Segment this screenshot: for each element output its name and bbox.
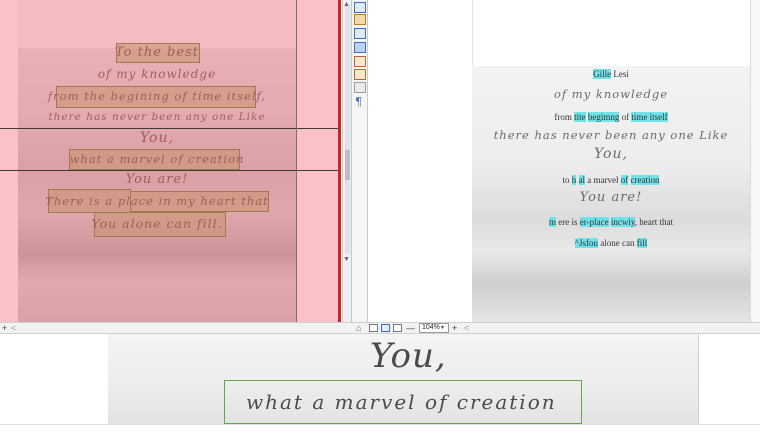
zoom-in-button[interactable]: + (452, 323, 457, 333)
zoom-line-2: what a marvel of creation (246, 390, 557, 414)
selection-top-line (0, 128, 338, 129)
list-icon[interactable] (354, 82, 366, 93)
ocr-line-7[interactable]: You are! (472, 190, 750, 205)
fit-width-icon[interactable] (381, 324, 390, 332)
ocr-line-6[interactable]: to h al a marvel of creation (472, 175, 750, 185)
selection-overlay (0, 0, 338, 322)
zoom-line-1: You, (370, 336, 447, 376)
text-view-icon[interactable] (354, 28, 366, 39)
left-scrollbar-track[interactable] (345, 4, 350, 254)
zoom-page-edge (698, 334, 760, 434)
ocr-line-8[interactable]: m ere is er-place incwiy, heart that (472, 217, 750, 227)
pilcrow-icon[interactable]: ¶ (355, 95, 362, 108)
zoom-out-button[interactable]: — (406, 323, 415, 333)
fit-height-icon[interactable] (393, 324, 402, 332)
active-pane-border (338, 0, 341, 322)
zoom-dropdown-icon[interactable]: ▾ (441, 323, 444, 333)
selection-bottom-line (0, 170, 338, 171)
ocr-uncertain-word: Gille (593, 69, 612, 79)
page-edge-line (296, 0, 297, 322)
image-view-icon[interactable] (354, 42, 366, 53)
scroll-left-right-icon[interactable]: < (464, 323, 469, 333)
status-bar (0, 322, 760, 334)
scroll-left-icon[interactable]: < (11, 323, 16, 333)
zoom-strip-scrollbar[interactable] (0, 424, 760, 434)
left-image-pane[interactable]: To the best of my knowledge from the beg… (0, 0, 342, 322)
ocr-line-2[interactable]: of my knowledge (472, 87, 750, 101)
ocr-line-4[interactable]: there has never been any one Like (472, 128, 750, 142)
scroll-up-icon[interactable]: ▲ (343, 1, 350, 8)
left-scrollbar-thumb[interactable] (345, 150, 350, 180)
ocr-line-5[interactable]: You, (472, 146, 750, 162)
ocr-line-3[interactable]: from tite begimng of time itself (472, 112, 750, 122)
add-left-button[interactable]: + (2, 323, 7, 333)
split-view-icon[interactable] (354, 2, 366, 13)
ocr-line-9[interactable]: ^Jsfou alone can fill (472, 238, 750, 248)
scroll-down-icon[interactable]: ▼ (343, 256, 350, 263)
home-icon[interactable]: ⌂ (356, 323, 361, 333)
app-window: To the best of my knowledge from the beg… (0, 0, 760, 434)
right-scrollbar[interactable] (750, 0, 760, 322)
ocr-line-1[interactable]: Gille Lesi (472, 69, 750, 79)
zoom-select[interactable]: 104% (419, 323, 449, 333)
page-icon[interactable] (354, 14, 366, 25)
settings-icon[interactable] (354, 69, 366, 80)
zoom-icon[interactable] (354, 56, 366, 67)
fit-page-icon[interactable] (369, 324, 378, 332)
